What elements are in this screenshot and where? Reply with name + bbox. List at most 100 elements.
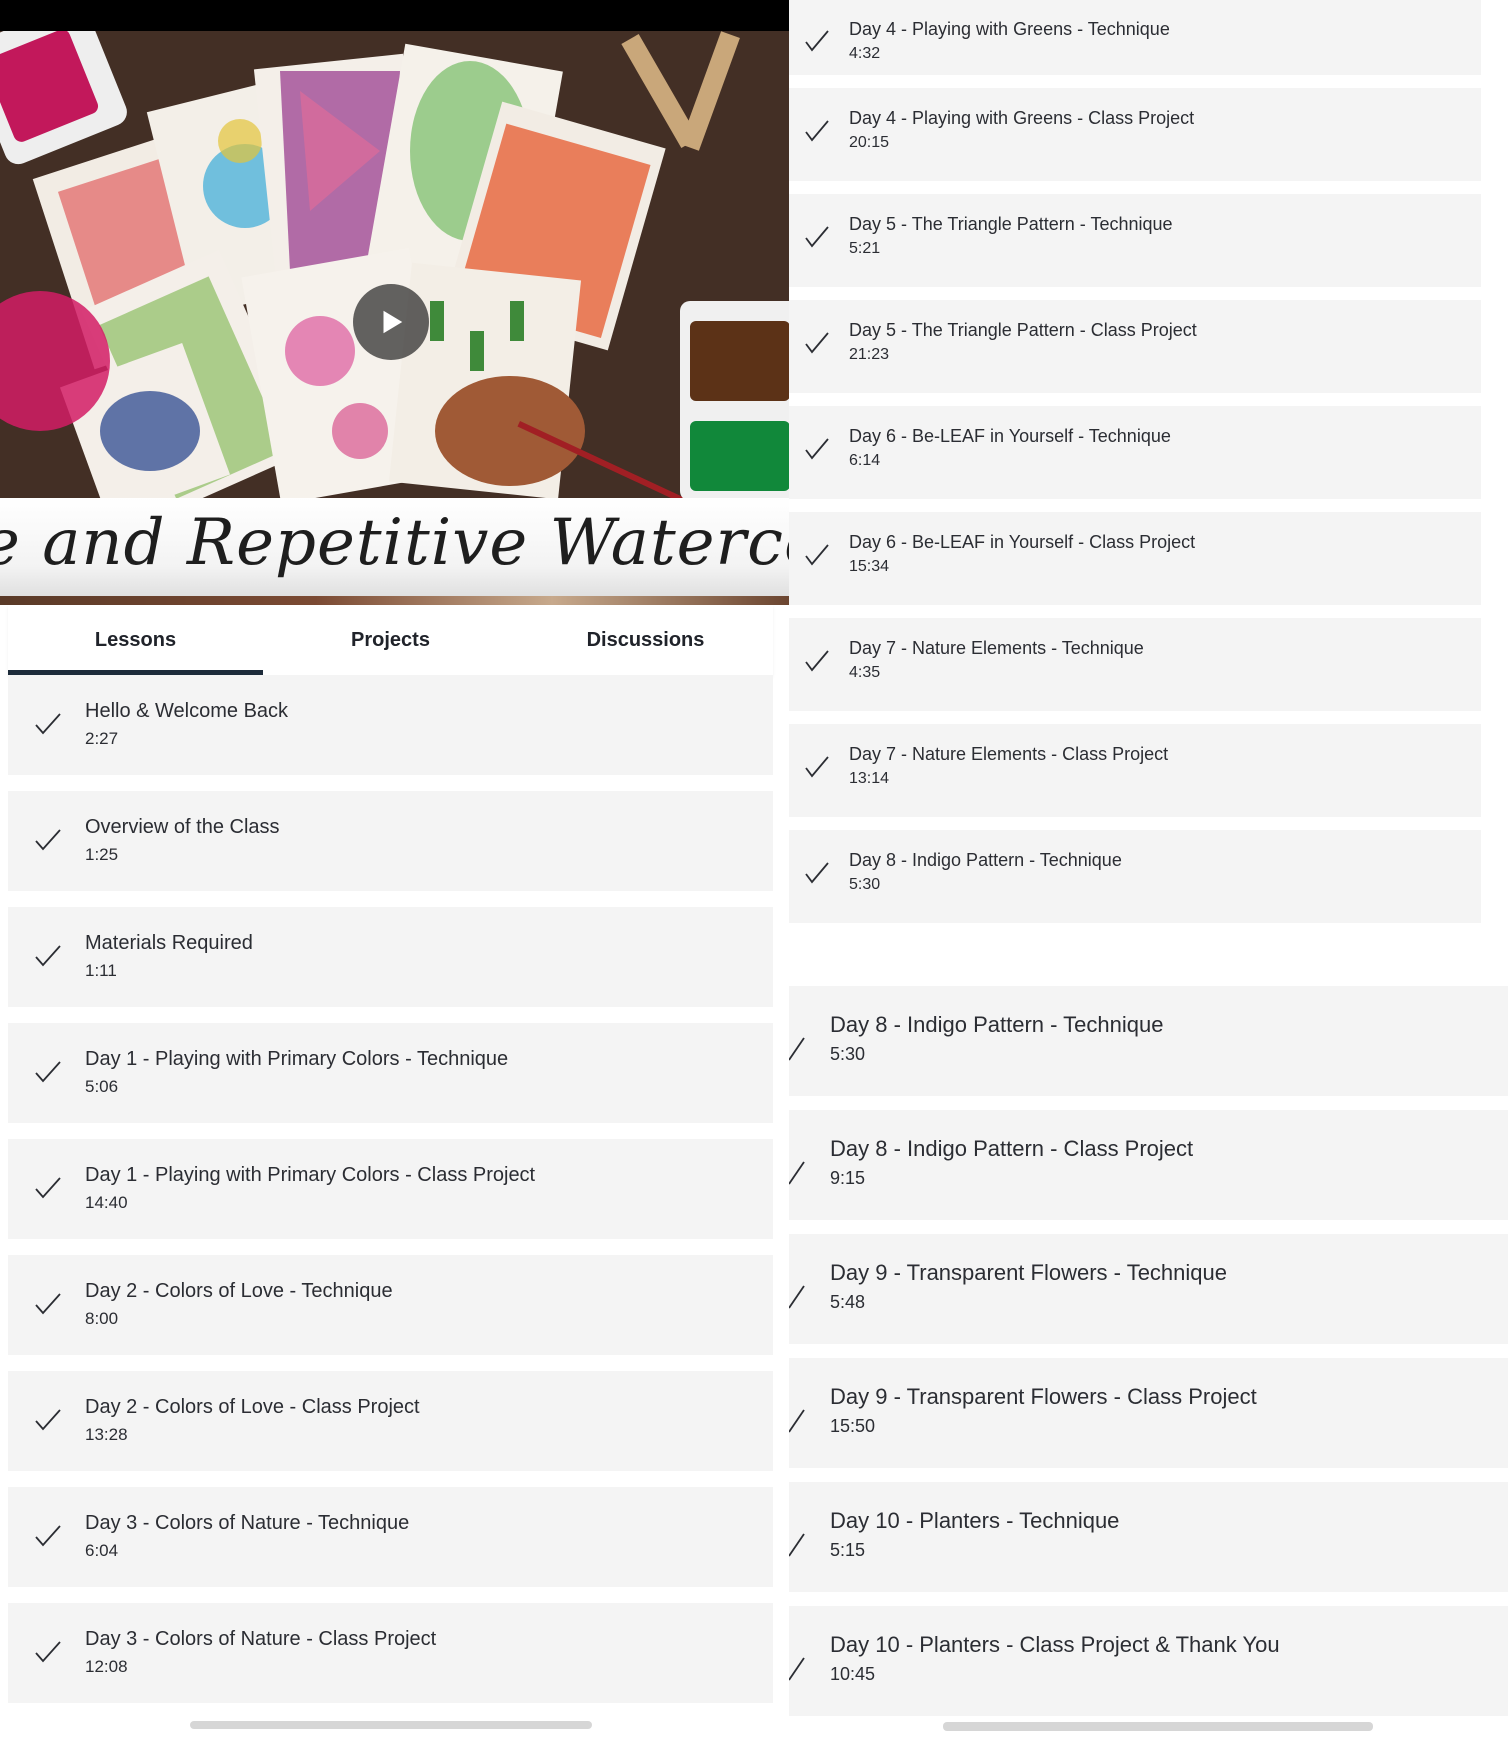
scroll-indicator[interactable] — [943, 1722, 1373, 1731]
lesson-item[interactable]: Day 1 - Playing with Primary Colors - Cl… — [8, 1139, 773, 1255]
lesson-title: Day 10 - Planters - Technique — [830, 1508, 1120, 1533]
lesson-item[interactable]: Day 1 - Playing with Primary Colors - Te… — [8, 1023, 773, 1139]
lesson-list: Hello & Welcome Back 2:27 Overview of th… — [8, 675, 773, 1719]
lesson-title: Day 8 - Indigo Pattern - Class Project — [830, 1136, 1194, 1161]
left-screenshot-panel: e and Repetitive Watercolor Patt Lessons… — [0, 0, 789, 1739]
lesson-duration: 10:45 — [830, 1664, 876, 1684]
check-icon — [789, 1285, 805, 1309]
lesson-duration: 15:34 — [849, 558, 890, 575]
lesson-title: Materials Required — [85, 932, 253, 954]
video-thumbnail — [0, 31, 789, 498]
lesson-title: Day 1 - Playing with Primary Colors - Te… — [85, 1048, 509, 1070]
lesson-list: Day 4 - Playing with Greens - Technique … — [789, 0, 1481, 936]
lesson-item[interactable]: Day 5 - The Triangle Pattern - Technique… — [789, 194, 1481, 300]
lesson-item[interactable]: Hello & Welcome Back 2:27 — [8, 675, 773, 791]
check-icon — [35, 1409, 61, 1431]
lesson-item[interactable]: Day 8 - Indigo Pattern - Technique 5:30 — [789, 830, 1481, 936]
lesson-item[interactable]: Day 7 - Nature Elements - Technique 4:35 — [789, 618, 1481, 724]
course-title-banner: e and Repetitive Watercolor Patt — [0, 498, 789, 596]
lesson-title: Day 8 - Indigo Pattern - Technique — [849, 850, 1122, 870]
check-icon — [789, 1657, 805, 1681]
lesson-title: Day 9 - Transparent Flowers - Technique — [830, 1260, 1227, 1285]
lesson-item[interactable]: Day 3 - Colors of Nature - Technique 6:0… — [8, 1487, 773, 1603]
check-icon — [805, 544, 829, 566]
lesson-title: Day 5 - The Triangle Pattern - Technique — [849, 214, 1173, 234]
check-icon — [35, 713, 61, 735]
video-top-bar — [0, 0, 789, 31]
check-icon — [805, 332, 829, 354]
play-button[interactable] — [353, 284, 429, 360]
check-icon — [789, 1409, 805, 1433]
lesson-list: Day 8 - Indigo Pattern - Technique 5:30 … — [789, 972, 1508, 1716]
lesson-item[interactable]: Overview of the Class 1:25 — [8, 791, 773, 907]
lesson-duration: 4:35 — [849, 664, 881, 681]
check-icon — [805, 438, 829, 460]
lesson-item[interactable]: Materials Required 1:11 — [8, 907, 773, 1023]
lesson-duration: 8:00 — [85, 1309, 119, 1328]
lesson-title: Day 5 - The Triangle Pattern - Class Pro… — [849, 320, 1197, 340]
lesson-item[interactable]: Day 4 - Playing with Greens - Class Proj… — [789, 88, 1481, 194]
lesson-item[interactable]: Day 2 - Colors of Love - Class Project 1… — [8, 1371, 773, 1487]
check-icon — [805, 862, 829, 884]
lesson-title: Day 3 - Colors of Nature - Technique — [85, 1512, 410, 1534]
lesson-duration: 5:06 — [85, 1077, 119, 1096]
lesson-duration: 5:15 — [830, 1540, 866, 1560]
check-icon — [805, 756, 829, 778]
lesson-item[interactable]: Day 7 - Nature Elements - Class Project … — [789, 724, 1481, 830]
lesson-title: Day 10 - Planters - Class Project & Than… — [830, 1632, 1280, 1657]
lesson-title: Day 1 - Playing with Primary Colors - Cl… — [85, 1164, 536, 1186]
lesson-item[interactable]: Day 6 - Be-LEAF in Yourself - Class Proj… — [789, 512, 1481, 618]
tab-lessons[interactable]: Lessons — [8, 605, 263, 675]
play-icon — [383, 310, 403, 334]
lesson-item[interactable]: Day 9 - Transparent Flowers - Class Proj… — [789, 1344, 1508, 1468]
lesson-title: Day 2 - Colors of Love - Class Project — [85, 1396, 420, 1418]
lesson-title: Hello & Welcome Back — [85, 700, 289, 722]
lesson-item[interactable]: Day 10 - Planters - Class Project & Than… — [789, 1592, 1508, 1716]
check-icon — [35, 1525, 61, 1547]
lesson-item[interactable]: Day 5 - The Triangle Pattern - Class Pro… — [789, 300, 1481, 406]
check-icon — [789, 1161, 805, 1185]
lesson-duration: 5:30 — [830, 1044, 866, 1064]
lesson-title: Day 7 - Nature Elements - Technique — [849, 638, 1144, 658]
lesson-title: Day 7 - Nature Elements - Class Project — [849, 744, 1169, 764]
lesson-duration: 1:25 — [85, 845, 119, 864]
video-player[interactable]: e and Repetitive Watercolor Patt — [0, 0, 789, 605]
check-icon — [35, 945, 61, 967]
check-icon — [805, 30, 829, 52]
lesson-title: Day 8 - Indigo Pattern - Technique — [830, 1012, 1164, 1037]
lesson-title: Day 2 - Colors of Love - Technique — [85, 1280, 393, 1302]
check-icon — [35, 1177, 61, 1199]
check-icon — [789, 1533, 805, 1557]
lesson-item[interactable]: Day 9 - Transparent Flowers - Technique … — [789, 1220, 1508, 1344]
tab-projects[interactable]: Projects — [263, 605, 518, 675]
lesson-item[interactable]: Day 4 - Playing with Greens - Technique … — [789, 0, 1481, 88]
lesson-duration: 6:14 — [849, 452, 881, 469]
lesson-title: Day 4 - Playing with Greens - Technique — [849, 19, 1170, 39]
lesson-item[interactable]: Day 2 - Colors of Love - Technique 8:00 — [8, 1255, 773, 1371]
check-icon — [805, 226, 829, 248]
lesson-duration: 5:48 — [830, 1292, 866, 1312]
lesson-duration: 9:15 — [830, 1168, 866, 1188]
lesson-duration: 1:11 — [85, 961, 117, 980]
lesson-item[interactable]: Day 10 - Planters - Technique 5:15 — [789, 1468, 1508, 1592]
lesson-duration: 15:50 — [830, 1416, 876, 1436]
lesson-duration: 21:23 — [849, 346, 890, 363]
lesson-title: Day 6 - Be-LEAF in Yourself - Technique — [849, 426, 1171, 446]
lesson-item[interactable]: Day 8 - Indigo Pattern - Class Project 9… — [789, 1096, 1508, 1220]
lesson-title: Day 4 - Playing with Greens - Class Proj… — [849, 108, 1195, 128]
lesson-item[interactable]: Day 8 - Indigo Pattern - Technique 5:30 — [789, 972, 1508, 1096]
check-icon — [35, 1293, 61, 1315]
lesson-item[interactable]: Day 6 - Be-LEAF in Yourself - Technique … — [789, 406, 1481, 512]
check-icon — [35, 829, 61, 851]
tab-label: Lessons — [94, 628, 177, 651]
right-screenshot-panel: Day 4 - Playing with Greens - Technique … — [789, 0, 1508, 1739]
scroll-indicator[interactable] — [190, 1721, 592, 1729]
check-icon — [805, 120, 829, 142]
lesson-item[interactable]: Day 3 - Colors of Nature - Class Project… — [8, 1603, 773, 1719]
banner-bottom-strip — [0, 596, 789, 605]
lesson-duration: 2:27 — [85, 729, 119, 748]
lesson-duration: 4:32 — [849, 45, 881, 62]
check-icon — [35, 1641, 61, 1663]
lesson-title: Day 9 - Transparent Flowers - Class Proj… — [830, 1384, 1257, 1409]
tab-discussions[interactable]: Discussions — [518, 605, 773, 675]
